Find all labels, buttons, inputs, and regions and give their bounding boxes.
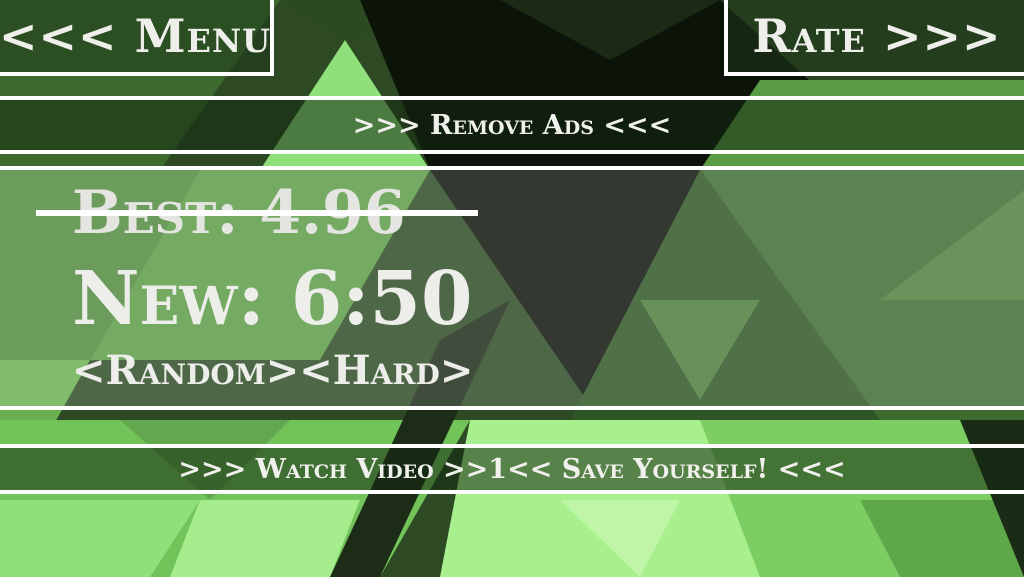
game-over-screen: <<< Menu Rate >>> >>> Remove Ads <<< Bes… [0,0,1024,577]
remove-ads-button[interactable]: >>> Remove Ads <<< [0,96,1024,154]
divider-bottom [0,406,1024,410]
best-score-strikethrough [36,210,478,216]
rate-button-label: Rate >>> [752,9,1002,63]
game-mode: <Random><Hard> [72,347,474,394]
new-score: New: 6:50 [72,256,473,342]
menu-button-label: <<< Menu [0,9,272,63]
watch-video-button[interactable]: >>> Watch Video >>1<< Save Yourself! <<< [0,444,1024,494]
rate-button[interactable]: Rate >>> [724,0,1024,76]
menu-button[interactable]: <<< Menu [0,0,274,76]
watch-video-label: >>> Watch Video >>1<< Save Yourself! <<< [178,453,846,485]
remove-ads-label: >>> Remove Ads <<< [352,109,672,141]
